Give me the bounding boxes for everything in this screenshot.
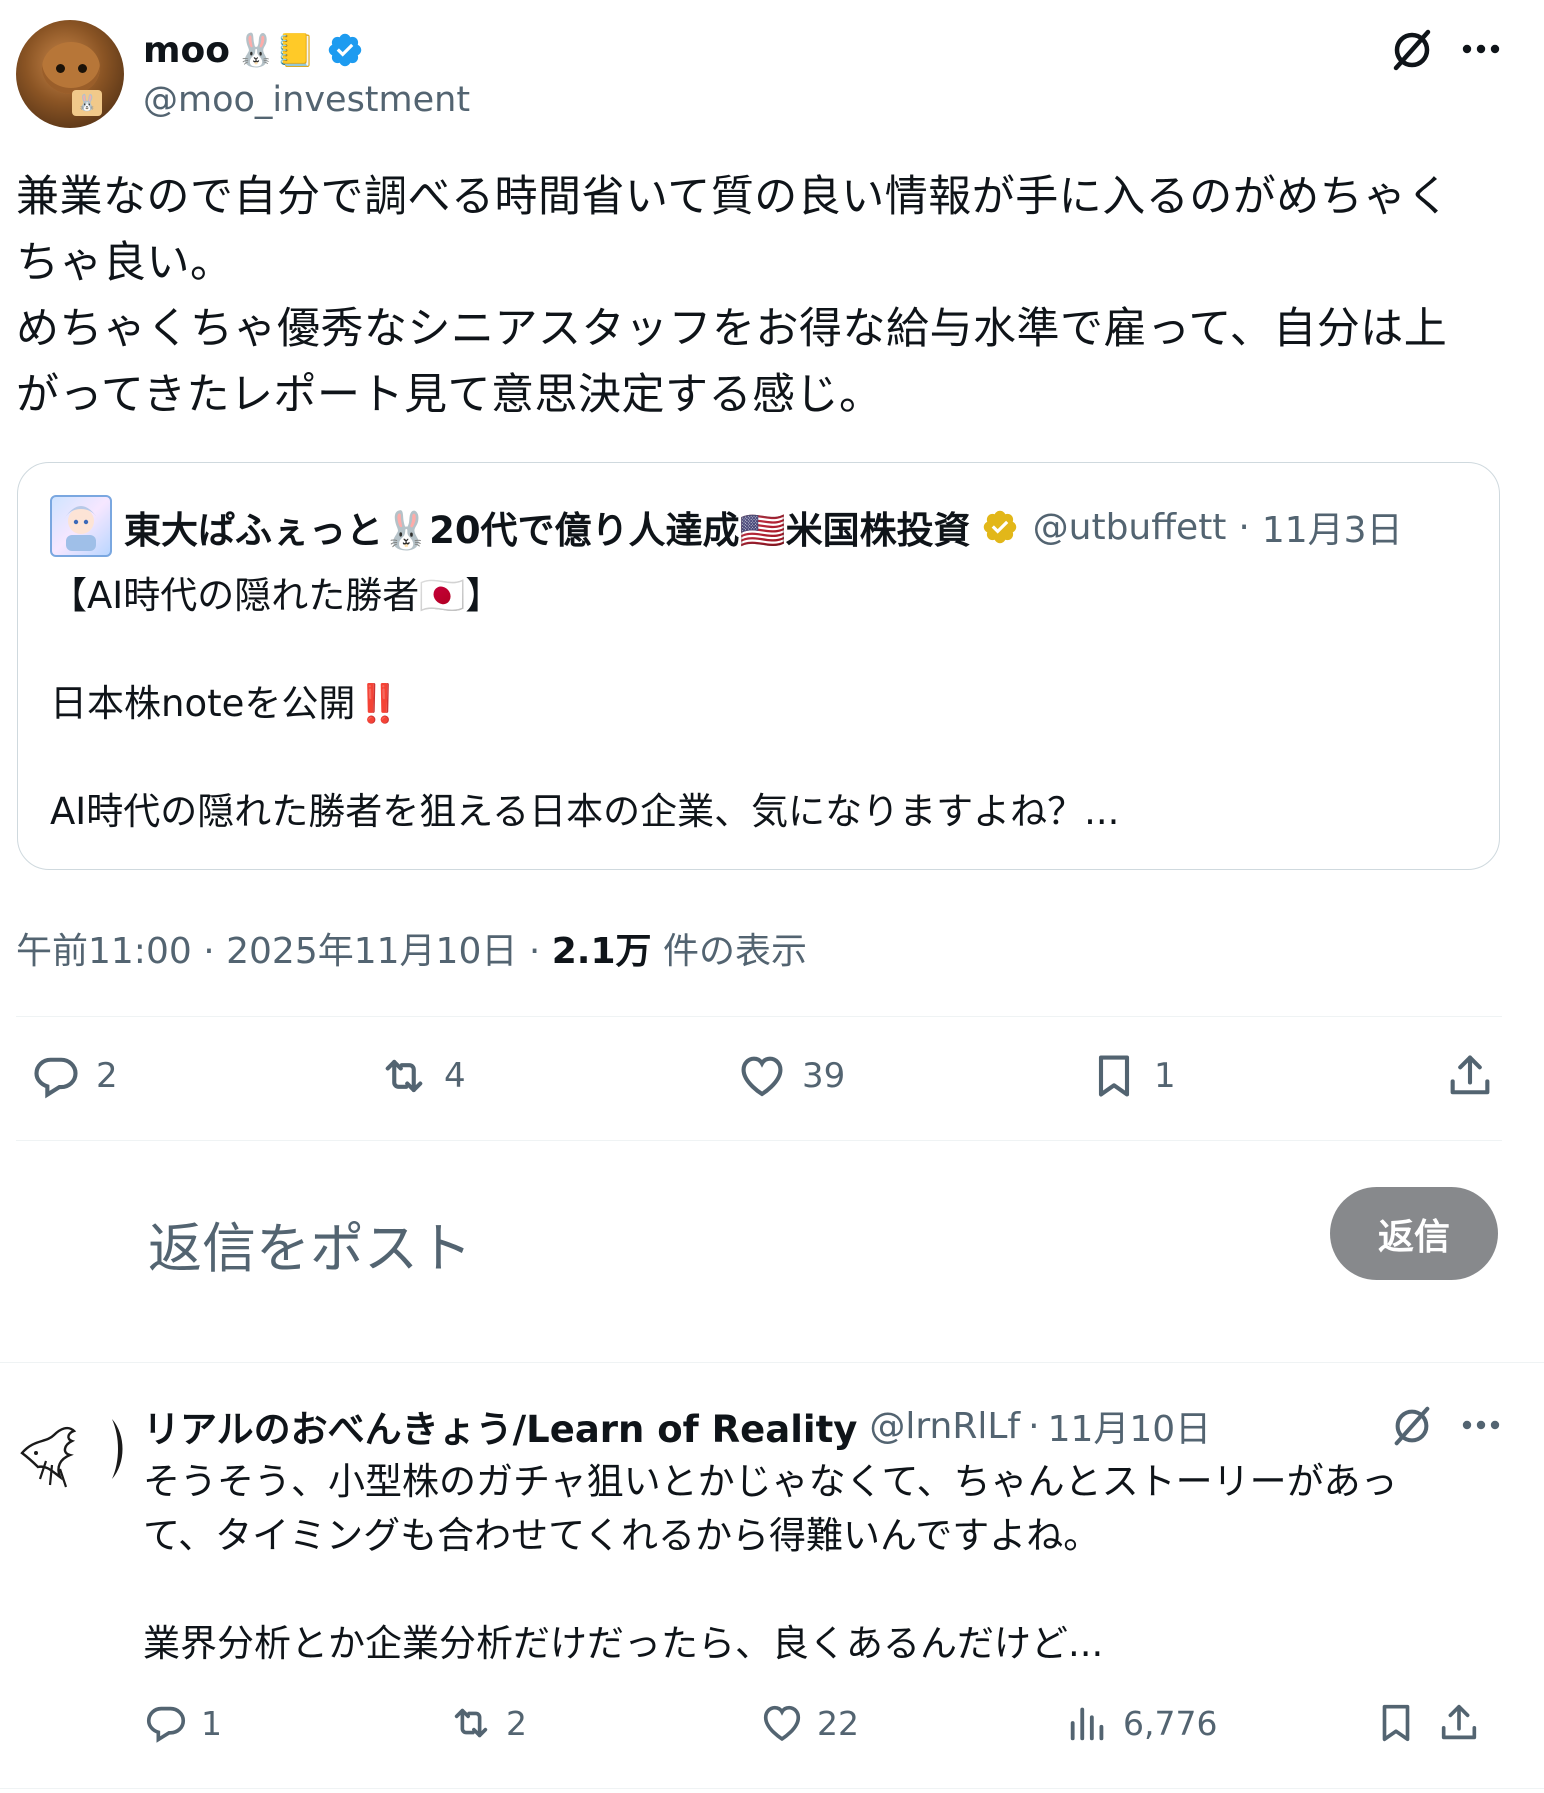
like-count: 39 (802, 1056, 846, 1096)
post-date[interactable]: 2025年11月10日 (226, 931, 517, 972)
reply-count: 2 (96, 1056, 118, 1096)
analytics-icon (1070, 1707, 1104, 1741)
post-text-line: ちゃ良い。 (16, 238, 234, 288)
verified-gold-badge-icon (981, 508, 1019, 546)
quoted-text-line: 【AI時代の隠れた勝者🇯🇵】 (50, 574, 503, 617)
divider (16, 1016, 1502, 1017)
repost-action[interactable]: 2 (448, 1700, 527, 1746)
author-name-emoji: 🐰📒 (235, 31, 316, 69)
quoted-author-avatar (50, 495, 112, 557)
quoted-text-line: AI時代の隠れた勝者を狙える日本の企業、気になりますよね？... (50, 790, 1120, 833)
views-count: 6,776 (1123, 1703, 1218, 1743)
author-name-row[interactable]: moo 🐰📒 (143, 26, 364, 74)
reply-count: 1 (201, 1703, 222, 1743)
separator-dot: · (203, 931, 215, 972)
views-count: 2.1万 (551, 931, 652, 972)
divider (16, 1140, 1502, 1141)
more-options-icon[interactable] (1454, 1400, 1508, 1450)
share-action[interactable] (1444, 1050, 1496, 1102)
bookmark-action[interactable] (1373, 1700, 1419, 1746)
reply-action[interactable]: 1 (143, 1700, 222, 1746)
reply-text-line: そうそう、小型株のガチャ狙いとかじゃなくて、ちゃんとストーリーがあっ (143, 1460, 1398, 1503)
author-avatar[interactable]: 🐰 (16, 20, 124, 128)
reply-author-handle[interactable]: @lrnRlLf (869, 1406, 1020, 1447)
post-text-line: 兼業なので自分で調べる時間省いて質の良い情報が手に入るのがめちゃく (16, 172, 1451, 222)
heart-icon (741, 1056, 783, 1097)
quoted-text-line: 日本株noteを公開‼️ (50, 682, 402, 725)
divider (0, 1362, 1544, 1363)
bookmark-icon (1382, 1704, 1410, 1742)
like-action[interactable]: 39 (736, 1050, 845, 1102)
reply-header: リアルのおべんきょう/Learn of Reality @lrnRlLf · 1… (143, 1398, 1211, 1454)
author-name[interactable]: moo (143, 30, 230, 71)
repost-icon (454, 1708, 488, 1738)
share-icon (1441, 1704, 1477, 1740)
reply-input[interactable]: 返信をポスト (148, 1204, 472, 1283)
reply-action-bar: 1 2 22 6,776 (143, 1700, 1503, 1760)
share-icon (1450, 1055, 1490, 1095)
reply-icon (34, 1057, 78, 1099)
grok-icon[interactable] (1384, 22, 1440, 78)
quoted-author-name[interactable]: 東大ぱふぇっと🐰20代で億り人達成🇺🇸米国株投資 (124, 500, 971, 554)
divider (0, 1788, 1544, 1789)
heart-icon (763, 1705, 801, 1742)
bookmark-count: 1 (1154, 1056, 1176, 1096)
repost-icon (385, 1059, 423, 1093)
reply-author-name[interactable]: リアルのおべんきょう/Learn of Reality (143, 1399, 857, 1453)
like-action[interactable]: 22 (759, 1700, 859, 1746)
post-text: 兼業なので自分で調べる時間省いて質の良い情報が手に入るのがめちゃく ちゃ良い。 … (16, 164, 1516, 428)
reply-text-line: 業界分析とか企業分析だけだったら、良くあるんだけど... (143, 1622, 1104, 1665)
author-handle[interactable]: @moo_investment (143, 80, 470, 120)
like-count: 22 (817, 1703, 859, 1743)
views-action[interactable]: 6,776 (1065, 1700, 1217, 1746)
post-text-line: めちゃくちゃ優秀なシニアスタッフをお得な給与水準で雇って、自分は上 (16, 304, 1448, 354)
bookmark-action[interactable]: 1 (1088, 1050, 1176, 1102)
reply-button[interactable]: 返信 (1330, 1187, 1498, 1280)
post-text-line: がってきたレポート見て意思決定する感じ。 (16, 370, 883, 420)
reply-text: そうそう、小型株のガチャ狙いとかじゃなくて、ちゃんとストーリーがあっ て、タイミ… (143, 1455, 1493, 1671)
reply-text-line: て、タイミングも合わせてくれるから得難いんですよね。 (143, 1514, 1101, 1557)
quoted-post[interactable]: 東大ぱふぇっと🐰20代で億り人達成🇺🇸米国株投資 @utbuffett · 11… (17, 462, 1500, 870)
reply-action[interactable]: 2 (30, 1050, 118, 1102)
separator-dot: · (1238, 506, 1250, 548)
rabbit-badge-icon: 🐰 (72, 90, 102, 116)
repost-action[interactable]: 4 (378, 1050, 466, 1102)
verified-badge-icon (326, 31, 364, 69)
separator-dot: · (1028, 1405, 1040, 1447)
repost-count: 2 (506, 1703, 527, 1743)
post-meta: 午前11:00 · 2025年11月10日 · 2.1万 件の表示 (16, 922, 807, 974)
post-time[interactable]: 午前11:00 (16, 931, 192, 972)
reply-author-avatar[interactable] (16, 1405, 124, 1513)
reply-icon (146, 1706, 186, 1743)
share-action[interactable] (1436, 1700, 1482, 1746)
post-action-bar: 2 4 39 1 (30, 1050, 1500, 1110)
quoted-post-header: 東大ぱふぇっと🐰20代で億り人達成🇺🇸米国株投資 @utbuffett · 11… (124, 497, 1403, 557)
more-options-icon[interactable] (1454, 24, 1508, 74)
quoted-post-text: 【AI時代の隠れた勝者🇯🇵】 日本株noteを公開‼️ AI時代の隠れた勝者を狙… (50, 569, 1119, 839)
quoted-author-handle[interactable]: @utbuffett (1033, 507, 1227, 548)
repost-count: 4 (444, 1056, 466, 1096)
views-label: 件の表示 (662, 931, 807, 972)
separator-dot: · (528, 931, 541, 972)
bookmark-icon (1098, 1055, 1130, 1097)
reply-date[interactable]: 11月10日 (1048, 1400, 1212, 1452)
quoted-post-date[interactable]: 11月3日 (1262, 501, 1403, 553)
grok-icon[interactable] (1384, 1398, 1440, 1454)
